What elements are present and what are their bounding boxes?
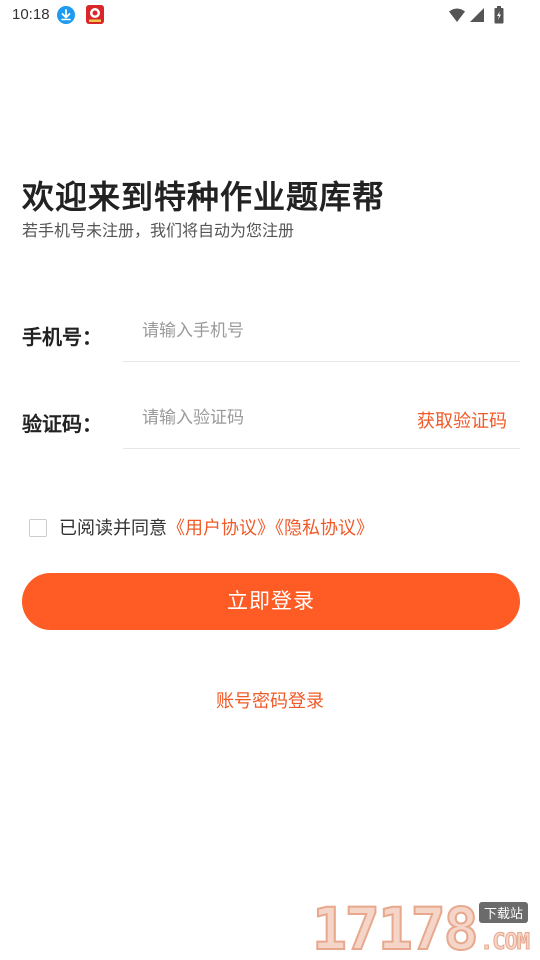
code-divider	[123, 448, 520, 449]
welcome-subtitle: 若手机号未注册，我们将自动为您注册	[22, 221, 295, 240]
privacy-policy-link[interactable]: 《隐私协议》	[275, 518, 374, 539]
phone-label: 手机号：	[22, 325, 102, 349]
watermark-tag: 下载站	[479, 902, 529, 923]
welcome-title: 欢迎来到特种作业题库帮	[22, 178, 386, 216]
watermark-domain: .COM	[480, 930, 531, 956]
watermark-digits: 17178	[311, 895, 480, 960]
login-screen: 10:18 欢迎来到特种作业题库帮 若手机号未注册，我们将自动为您注册 手机号：…	[0, 0, 540, 960]
user-agreement-link[interactable]: 《用户协议》	[167, 518, 275, 539]
status-bar: 10:18	[0, 0, 540, 30]
wifi-icon	[448, 7, 466, 27]
signal-icon	[469, 7, 485, 27]
get-code-button[interactable]: 获取验证码	[417, 407, 507, 433]
login-button[interactable]: 立即登录	[22, 573, 520, 630]
phone-divider	[123, 361, 520, 362]
verification-code-input[interactable]	[130, 398, 402, 438]
agreement-text: 已阅读并同意《用户协议》《隐私协议》	[59, 514, 374, 540]
password-login-link[interactable]: 账号密码登录	[0, 687, 540, 713]
code-label: 验证码：	[22, 412, 102, 436]
phone-input[interactable]	[130, 311, 522, 351]
battery-icon	[494, 6, 504, 28]
agreement-checkbox[interactable]	[29, 519, 47, 537]
agreement-prefix: 已阅读并同意	[59, 518, 167, 539]
download-icon	[57, 6, 75, 24]
app-notification-icon	[86, 5, 104, 24]
status-time: 10:18	[12, 6, 50, 23]
watermark-logo: 17178 下载站 .COM	[311, 895, 540, 960]
